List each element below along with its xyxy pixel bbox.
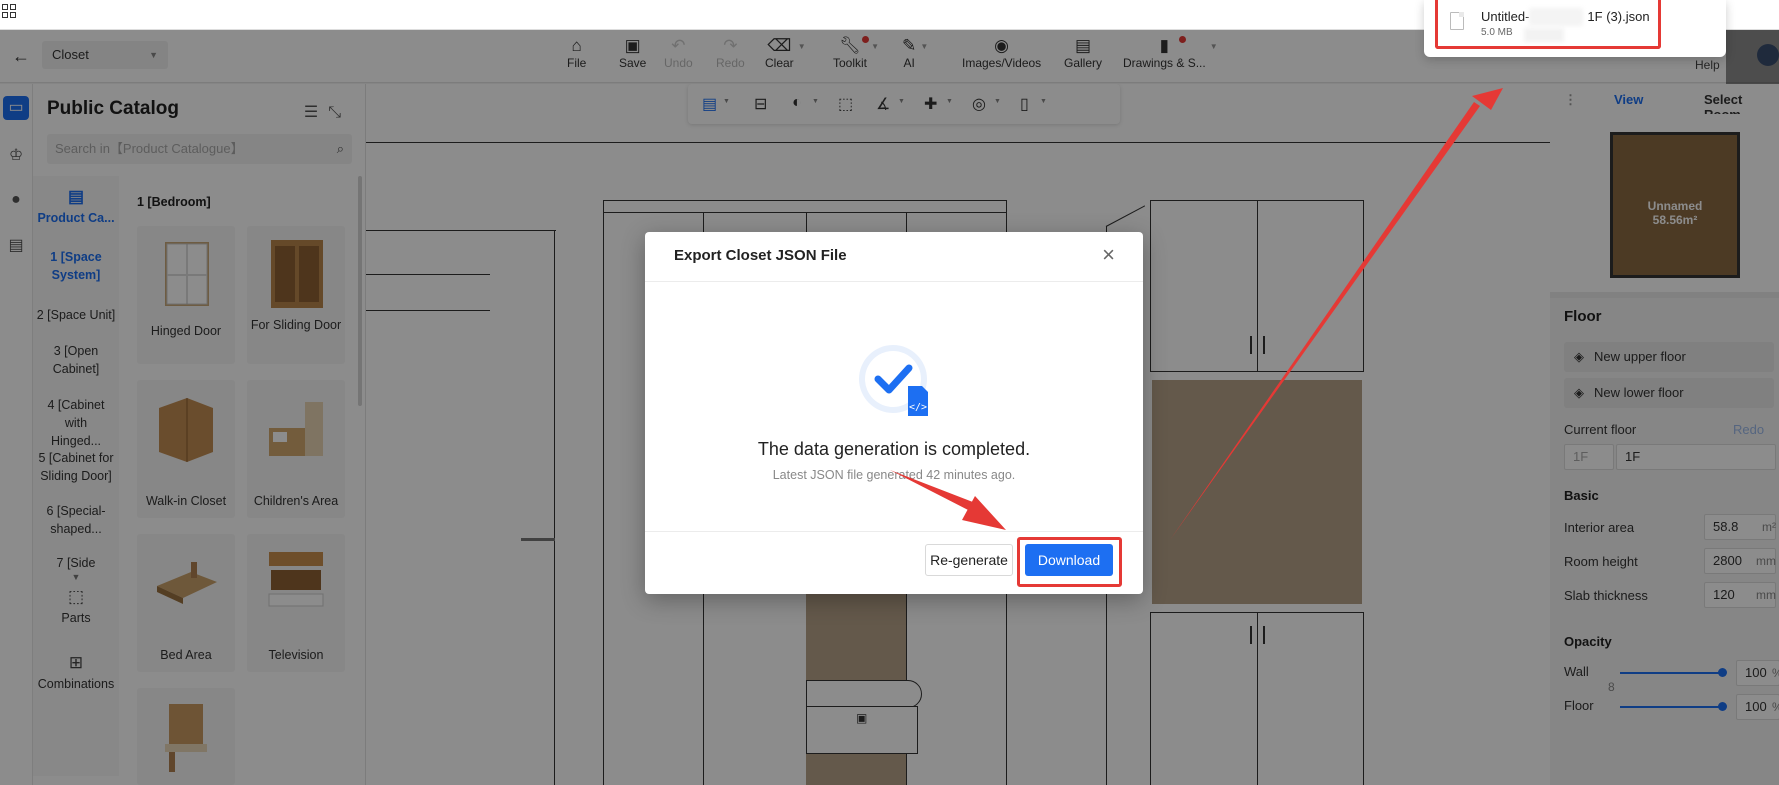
svg-text:</>: </>	[909, 402, 927, 413]
dialog-title: Export Closet JSON File	[674, 247, 847, 264]
divider	[645, 531, 1143, 532]
dim-strip	[1726, 30, 1779, 84]
close-icon[interactable]: ×	[1102, 242, 1115, 268]
apps-grid-icon[interactable]	[2, 4, 16, 18]
dialog-message: The data generation is completed.	[757, 439, 1031, 459]
app-window: ← Closet ▼ ⌂ File ▣ Save ↶ Undo ↷ Redo ⌫ Clea…	[0, 0, 1779, 785]
regenerate-button[interactable]: Re-generate	[925, 544, 1013, 576]
dialog-subtext: Latest JSON file generated 42 minutes ag…	[772, 468, 1016, 482]
popup-highlight	[1435, 0, 1661, 49]
divider	[645, 281, 1143, 282]
check-file-icon: </>	[859, 345, 928, 416]
download-highlight	[1017, 537, 1122, 587]
